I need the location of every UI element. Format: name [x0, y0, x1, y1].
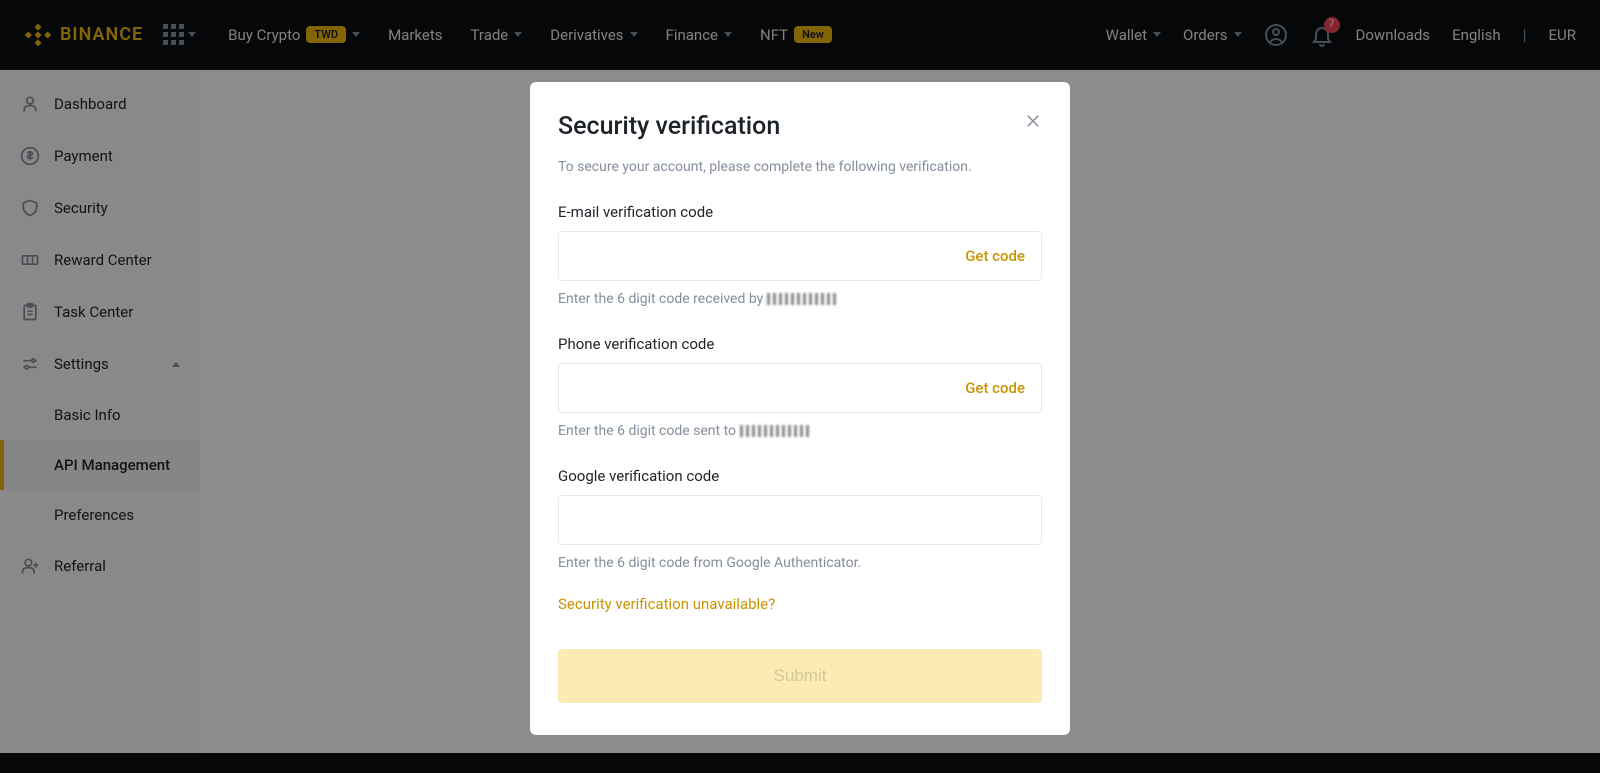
- redacted-phone: [740, 425, 810, 437]
- google-code-label: Google verification code: [558, 467, 1042, 485]
- hint-text: Enter the 6 digit code received by: [558, 291, 767, 307]
- google-code-input[interactable]: [575, 512, 1025, 529]
- google-code-group: Google verification code Enter the 6 dig…: [558, 467, 1042, 571]
- security-verification-modal: Security verification To secure your acc…: [530, 82, 1070, 735]
- hint-text: Enter the 6 digit code sent to: [558, 423, 740, 439]
- close-icon: [1024, 112, 1042, 130]
- google-code-hint: Enter the 6 digit code from Google Authe…: [558, 555, 1042, 571]
- email-get-code-button[interactable]: Get code: [965, 247, 1025, 265]
- modal-title: Security verification: [558, 112, 780, 141]
- email-code-group: E-mail verification code Get code Enter …: [558, 203, 1042, 307]
- phone-code-label: Phone verification code: [558, 335, 1042, 353]
- email-code-input-wrap: Get code: [558, 231, 1042, 281]
- phone-code-group: Phone verification code Get code Enter t…: [558, 335, 1042, 439]
- email-code-input[interactable]: [575, 248, 965, 265]
- email-code-label: E-mail verification code: [558, 203, 1042, 221]
- submit-button[interactable]: Submit: [558, 649, 1042, 703]
- close-button[interactable]: [1024, 112, 1042, 135]
- modal-overlay: Security verification To secure your acc…: [0, 0, 1600, 773]
- phone-code-input-wrap: Get code: [558, 363, 1042, 413]
- phone-code-input[interactable]: [575, 380, 965, 397]
- email-code-hint: Enter the 6 digit code received by: [558, 291, 1042, 307]
- google-code-input-wrap: [558, 495, 1042, 545]
- modal-header: Security verification: [558, 112, 1042, 141]
- verification-unavailable-link[interactable]: Security verification unavailable?: [558, 595, 775, 613]
- redacted-email: [767, 293, 837, 305]
- phone-get-code-button[interactable]: Get code: [965, 379, 1025, 397]
- phone-code-hint: Enter the 6 digit code sent to: [558, 423, 1042, 439]
- modal-subtitle: To secure your account, please complete …: [558, 159, 1042, 175]
